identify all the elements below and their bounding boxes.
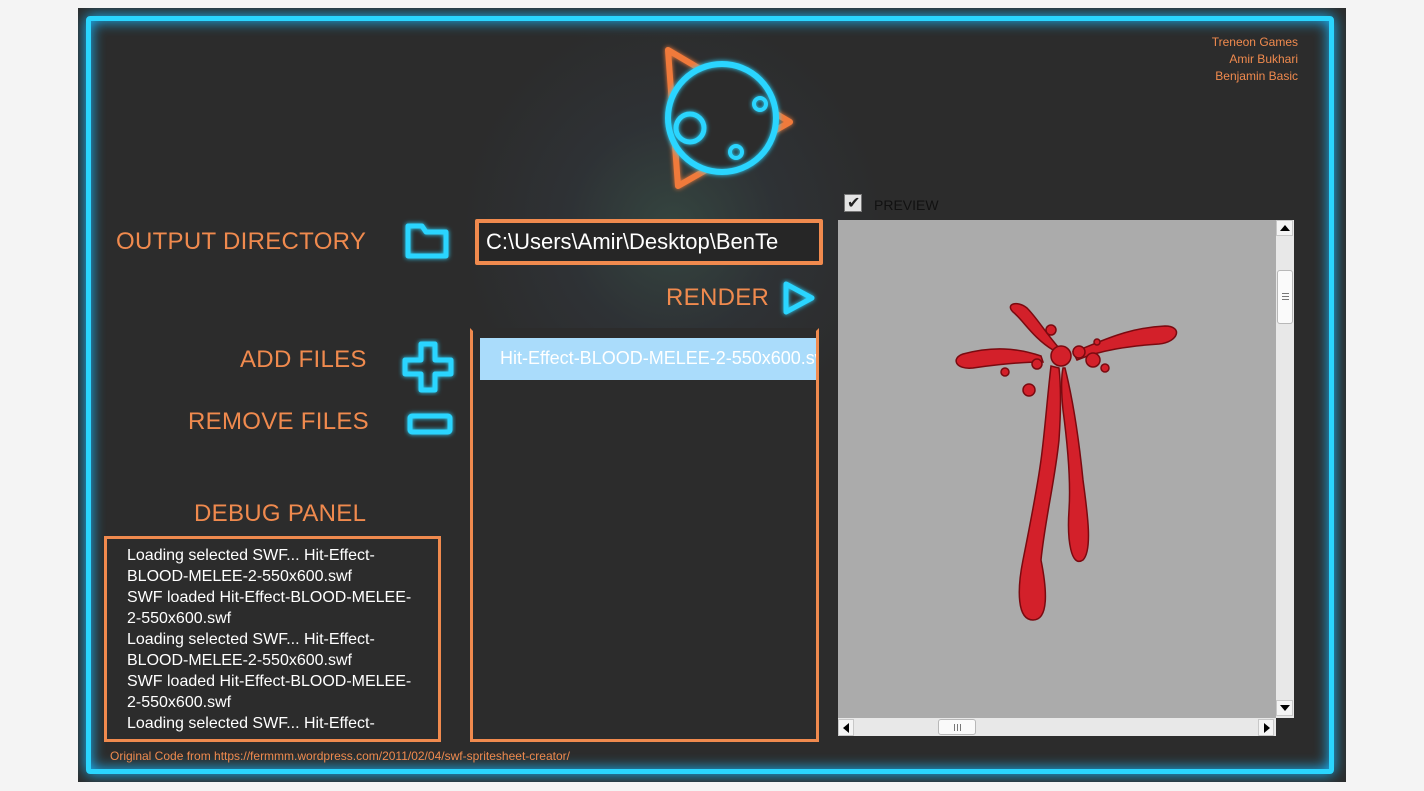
add-files-label: ADD FILES <box>240 346 367 373</box>
log-line: Loading selected SWF... Hit-Effect-BLOOD… <box>127 547 375 585</box>
credit-author-2: Benjamin Basic <box>1215 69 1298 83</box>
plus-icon[interactable] <box>398 338 458 396</box>
grip-line <box>960 724 961 731</box>
checkmark-icon: ✔ <box>847 195 861 212</box>
credits: Treneon Games Amir Bukhari Benjamin Basi… <box>1212 34 1298 85</box>
blood-splatter-image <box>955 302 1178 621</box>
file-name: Hit-Effect-BLOOD-MELEE-2-550x600.swf <box>500 348 816 368</box>
debug-panel[interactable]: Loading selected SWF... Hit-Effect-BLOOD… <box>104 536 441 742</box>
log-line: SWF loaded Hit-Effect-BLOOD-MELEE-2-550x… <box>127 673 412 711</box>
scroll-up-button[interactable] <box>439 539 441 555</box>
remove-files-label: REMOVE FILES <box>188 408 369 435</box>
debug-log: Loading selected SWF... Hit-Effect-BLOOD… <box>127 545 425 734</box>
folder-icon[interactable] <box>402 216 454 264</box>
output-directory-value: C:\Users\Amir\Desktop\BenTe <box>486 229 779 254</box>
scroll-thumb[interactable] <box>1277 270 1293 324</box>
preview-checkbox[interactable]: ✔ <box>844 194 862 212</box>
scroll-down-button[interactable] <box>1276 700 1293 716</box>
scroll-thumb[interactable] <box>938 719 976 735</box>
grip-line <box>1282 293 1289 294</box>
arrow-up-icon <box>1280 225 1290 231</box>
scroll-down-button[interactable] <box>439 723 441 739</box>
neon-play-logo-icon <box>665 47 793 189</box>
files-list[interactable]: Hit-Effect-BLOOD-MELEE-2-550x600.swf <box>470 328 819 742</box>
scroll-right-button[interactable] <box>1258 719 1274 736</box>
scroll-thumb[interactable] <box>440 556 441 654</box>
scroll-left-button[interactable] <box>838 719 854 736</box>
minus-icon[interactable] <box>404 408 456 440</box>
arrow-left-icon <box>843 723 849 733</box>
preview-panel[interactable] <box>838 220 1294 736</box>
arrow-down-icon <box>1280 705 1290 711</box>
render-label: RENDER <box>666 284 770 311</box>
output-directory-label: OUTPUT DIRECTORY <box>116 228 367 255</box>
log-line: Loading selected SWF... Hit-Effect-BLOOD… <box>127 631 375 669</box>
preview-horizontal-scrollbar[interactable] <box>838 718 1276 736</box>
play-icon[interactable] <box>778 278 820 318</box>
credit-author-1: Amir Bukhari <box>1229 52 1298 66</box>
grip-line <box>954 724 955 731</box>
grip-line <box>1282 296 1289 297</box>
debug-scrollbar[interactable] <box>439 539 441 739</box>
arrow-right-icon <box>1264 723 1270 733</box>
grip-line <box>957 724 958 731</box>
source-credit: Original Code from https://fermmm.wordpr… <box>110 749 570 763</box>
output-directory-field[interactable]: C:\Users\Amir\Desktop\BenTe <box>475 219 823 265</box>
credit-studio: Treneon Games <box>1211 35 1298 49</box>
preview-label: PREVIEW <box>874 197 939 213</box>
log-line: SWF loaded Hit-Effect-BLOOD-MELEE-2-550x… <box>127 589 412 627</box>
scroll-up-button[interactable] <box>1276 220 1293 236</box>
preview-vertical-scrollbar[interactable] <box>1276 220 1294 718</box>
debug-panel-label: DEBUG PANEL <box>194 500 367 527</box>
log-line: Loading selected SWF... Hit-Effect- <box>127 715 375 732</box>
app-window: Treneon Games Amir Bukhari Benjamin Basi… <box>78 8 1346 782</box>
grip-line <box>1282 299 1289 300</box>
list-item[interactable]: Hit-Effect-BLOOD-MELEE-2-550x600.swf <box>480 338 816 380</box>
